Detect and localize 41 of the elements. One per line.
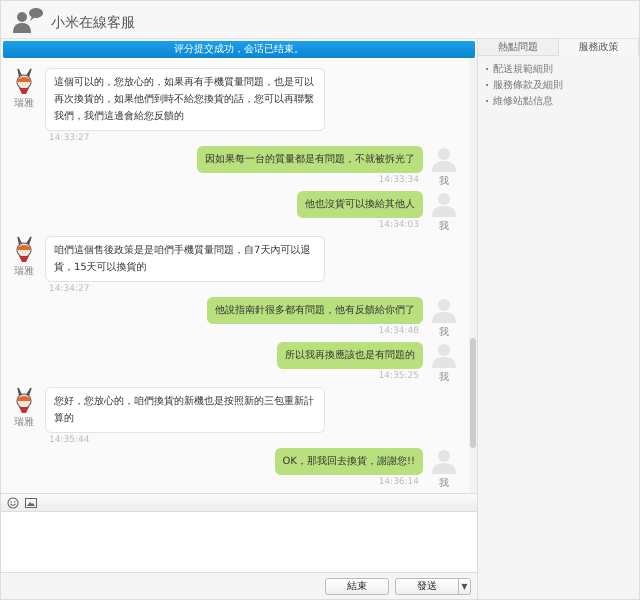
panel-tab[interactable]: 熱點問題 [478,39,558,56]
sender-name: 我 [439,220,449,233]
end-button[interactable]: 結束 [325,578,389,594]
sender-name: 瑞雅 [14,416,34,429]
policy-link[interactable]: 服務條款及細則 [493,78,563,92]
status-banner: 评分提交成功，会话已结束。 [3,41,475,58]
send-options-dropdown[interactable]: ▼ [459,578,471,594]
timestamp: 14:33:34 [378,175,420,185]
window-title: 小米在線客服 [51,14,135,32]
timestamp: 14:35:25 [378,371,420,381]
timestamp: 14:35:44 [48,435,90,445]
sender-name: 我 [439,476,449,490]
timestamp: 14:34:48 [378,326,420,336]
timestamp: 14:36:14 [378,477,420,487]
bunny-mascot-avatar-icon [14,387,34,413]
timestamp: 14:34:27 [48,284,90,294]
policy-link[interactable]: 維修站點信息 [493,94,553,108]
policy-link[interactable]: 配送規範細則 [493,62,553,76]
sender-name: 瑞雅 [14,96,34,110]
message-bubble: 咱們這個售後政策是是咱們手機質量問題，自7天內可以退貨，15天可以換貨的 [45,236,325,282]
smiley-icon[interactable] [7,496,19,508]
support-person-icon [13,6,43,32]
scrollbar-thumb[interactable] [470,338,476,448]
timestamp: 14:33:27 [48,133,90,143]
message-bubble: 您好，您放心的，咱們換貨的新機也是按照新的三包重新計算的 [45,387,325,433]
bunny-mascot-avatar-icon [14,68,34,94]
timestamp: 14:34:03 [378,220,420,230]
message-bubble: 所以我再換應該也是有問題的 [277,342,423,369]
sender-name: 我 [439,326,449,339]
message-bubble: 這個可以的，您放心的，如果再有手機質量問題，也是可以再次換貨的，如果他們到時不給您換貨的話，您可以再聯繫我們，我們這邊會給您反饋的 [45,68,325,131]
send-button[interactable]: 發送 [395,578,459,594]
message-input-field[interactable] [1,512,477,573]
sender-name: 瑞雅 [14,264,34,278]
sender-name: 我 [439,174,449,188]
message-bubble: 他也沒貨可以換給其他人 [297,191,423,218]
message-bubble: 因如果每一台的質量都是有問題，不就被拆光了 [197,146,423,173]
sender-name: 我 [439,370,449,384]
image-icon[interactable] [25,498,37,508]
bunny-mascot-avatar-icon [14,236,34,262]
message-bubble: 他說指南針很多都有問題，他有反饋給你們了 [207,297,423,324]
message-bubble: OK，那我回去換貨，謝謝您!! [274,448,423,475]
